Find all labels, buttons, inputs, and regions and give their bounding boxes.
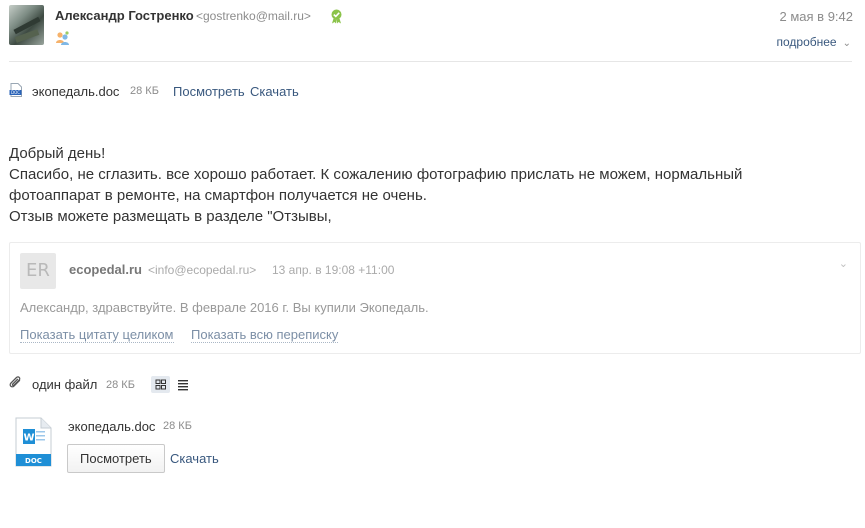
body-line: фотоаппарат в ремонте, на смартфон получ… <box>9 187 427 204</box>
verified-ribbon-icon[interactable] <box>330 9 343 24</box>
message-date: 2 мая в 9:42 <box>779 9 853 24</box>
chevron-down-icon[interactable]: ⌄ <box>839 257 848 270</box>
sender-name[interactable]: Александр Гостренко <box>55 8 194 23</box>
details-label: подробнее <box>776 35 837 49</box>
show-full-quote-link[interactable]: Показать цитату целиком <box>20 327 174 343</box>
sender-avatar[interactable] <box>9 5 44 45</box>
message-body: Добрый день! Спасибо, не сглазить. все х… <box>9 143 829 227</box>
show-thread-link[interactable]: Показать всю переписку <box>191 327 339 343</box>
paperclip-icon <box>9 376 21 388</box>
grid-view-toggle[interactable] <box>151 376 170 393</box>
quote-sender-email: <info@ecopedal.ru> <box>148 263 257 277</box>
view-button[interactable]: Посмотреть <box>67 444 165 473</box>
doc-file-icon: DOC <box>9 83 22 97</box>
quote-date: 13 апр. в 19:08 +11:00 <box>272 263 395 277</box>
svg-text:DOC: DOC <box>11 90 20 95</box>
quote-text: Александр, здравствуйте. В феврале 2016 … <box>20 300 429 315</box>
body-line: Добрый день! <box>9 145 106 162</box>
quote-sender-name: ecopedal.ru <box>69 262 142 277</box>
sender-email[interactable]: <gostrenko@mail.ru> <box>196 9 311 23</box>
quoted-message[interactable]: ER ecopedal.ru <info@ecopedal.ru> 13 апр… <box>9 242 861 354</box>
download-link[interactable]: Скачать <box>170 451 219 466</box>
word-doc-icon[interactable]: W DOC <box>15 417 52 467</box>
attachment-size: 28 КБ <box>163 420 192 432</box>
header-divider <box>9 61 852 62</box>
body-line: Спасибо, не сглазить. все хорошо работае… <box>9 166 743 183</box>
attachment-name[interactable]: экопедаль.doc <box>68 419 155 434</box>
contact-persons-icon[interactable] <box>55 30 71 46</box>
list-view-icon[interactable] <box>174 376 191 393</box>
svg-text:W: W <box>23 433 34 444</box>
doc-icon-label: DOC <box>25 457 42 465</box>
attachment-size: 28 КБ <box>130 85 159 97</box>
body-line: Отзыв можете размещать в разделе "Отзывы… <box>9 208 332 225</box>
attachment-name[interactable]: экопедаль.doc <box>32 84 119 99</box>
attachments-count-label: один файл <box>32 377 98 392</box>
grid-view-icon <box>155 379 166 390</box>
view-attachment-link[interactable]: Посмотреть <box>173 84 245 99</box>
details-link[interactable]: подробнее ⌄ <box>777 35 852 49</box>
chevron-down-icon: ⌄ <box>842 38 851 49</box>
download-attachment-link[interactable]: Скачать <box>250 84 299 99</box>
quote-sender-avatar: ER <box>20 253 56 289</box>
attachments-total-size: 28 КБ <box>106 379 135 391</box>
